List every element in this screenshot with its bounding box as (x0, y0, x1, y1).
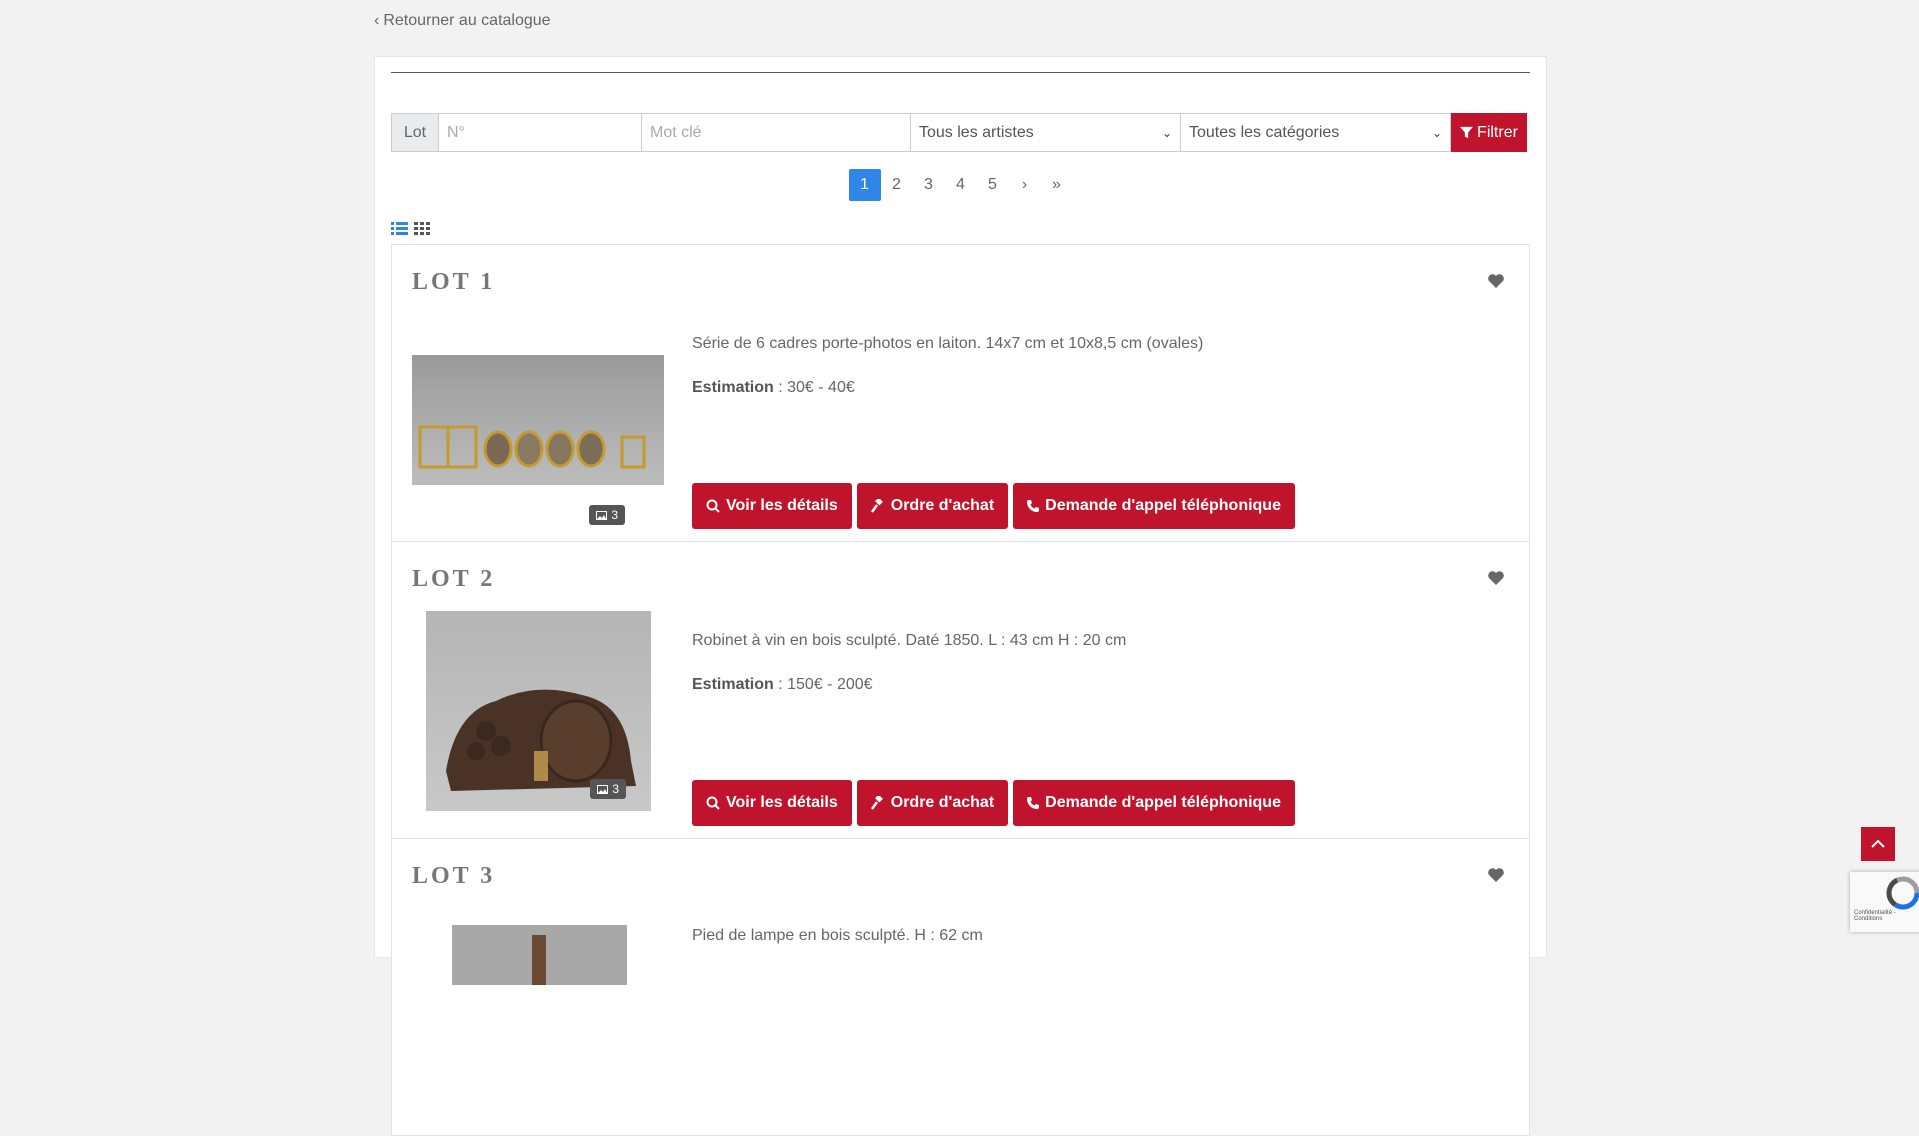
heart-icon[interactable] (1487, 570, 1505, 586)
scroll-to-top-button[interactable] (1861, 827, 1895, 861)
image-icon (597, 784, 609, 794)
page-1[interactable]: 1 (848, 169, 881, 201)
back-link-label: Retourner au catalogue (383, 12, 551, 29)
pagination: 1 2 3 4 5 › » (375, 169, 1546, 201)
artist-select[interactable]: Tous les artistes ⌄ (911, 113, 1181, 152)
recaptcha-icon (1886, 876, 1919, 910)
lot-description: Robinet à vin en bois sculpté. Daté 1850… (692, 632, 1127, 649)
estimation-value: : 150€ - 200€ (773, 676, 873, 693)
estimation-label: Estimation (692, 379, 774, 396)
artist-select-value: Tous les artistes (919, 123, 1034, 141)
phone-icon (1027, 500, 1040, 512)
lot-title: LOT 1 (412, 269, 496, 295)
lamp-base-photo (452, 925, 627, 985)
list-view-icon[interactable] (391, 221, 408, 236)
filter-button[interactable]: Filtrer (1451, 113, 1527, 152)
gavel-icon (870, 499, 883, 513)
chevron-up-icon (1871, 839, 1885, 848)
search-icon (706, 499, 720, 513)
lot-image[interactable]: 3 (412, 335, 664, 525)
view-details-label: Voir les détails (726, 497, 838, 514)
view-details-button[interactable]: Voir les détails (692, 780, 852, 826)
photo-count: 3 (612, 782, 619, 796)
purchase-order-button[interactable]: Ordre d'achat (856, 483, 1009, 529)
last-page[interactable]: » (1041, 169, 1073, 201)
view-toggles (391, 221, 431, 236)
photo-count-badge: 3 (589, 505, 625, 525)
photo-count: 3 (611, 508, 618, 522)
lot-item: LOT 2 3 Robinet à vin en bois sculpté. D… (392, 542, 1529, 839)
gavel-icon (870, 796, 883, 810)
heart-icon[interactable] (1487, 867, 1505, 883)
lot-item: LOT 1 3 Série de 6 cadres porte-photos e… (392, 245, 1529, 542)
heart-icon[interactable] (1487, 273, 1505, 289)
lot-image[interactable]: 3 (412, 611, 664, 811)
search-icon (706, 796, 720, 810)
lot-image[interactable] (452, 925, 627, 985)
purchase-order-label: Ordre d'achat (890, 794, 995, 811)
filter-bar: Lot Tous les artistes ⌄ Toutes les catég… (391, 113, 1529, 152)
lot-estimation: Estimation : 150€ - 200€ (692, 676, 873, 694)
phone-request-label: Demande d'appel téléphonique (1045, 794, 1281, 811)
view-details-label: Voir les détails (726, 794, 838, 811)
brass-frames-photo (412, 355, 664, 485)
lot-item: LOT 3 Pied de lampe en bois sculpté. H :… (392, 839, 1529, 1136)
phone-request-label: Demande d'appel téléphonique (1045, 497, 1281, 514)
keyword-input[interactable] (642, 113, 911, 152)
image-icon (596, 510, 608, 520)
filter-button-label: Filtrer (1477, 123, 1518, 141)
recaptcha-badge[interactable]: Confidentialité - Conditions (1850, 872, 1919, 932)
next-page[interactable]: › (1009, 169, 1041, 201)
lot-list: LOT 1 3 Série de 6 cadres porte-photos e… (391, 244, 1530, 1136)
back-to-catalogue-link[interactable]: ‹ Retourner au catalogue (374, 12, 551, 30)
purchase-order-button[interactable]: Ordre d'achat (856, 780, 1009, 826)
phone-request-button[interactable]: Demande d'appel téléphonique (1013, 780, 1295, 826)
lot-description: Pied de lampe en bois sculpté. H : 62 cm (692, 927, 983, 944)
phone-request-button[interactable]: Demande d'appel téléphonique (1013, 483, 1295, 529)
page-4[interactable]: 4 (945, 169, 977, 201)
estimation-label: Estimation (692, 676, 774, 693)
divider (391, 72, 1530, 73)
grid-view-icon[interactable] (414, 221, 431, 236)
page-2[interactable]: 2 (881, 169, 913, 201)
page-3[interactable]: 3 (913, 169, 945, 201)
lot-number-input[interactable] (439, 113, 642, 152)
lot-description: Série de 6 cadres porte-photos en laiton… (692, 335, 1204, 352)
lot-label: Lot (391, 113, 439, 152)
chevron-down-icon: ⌄ (1161, 125, 1172, 140)
view-details-button[interactable]: Voir les détails (692, 483, 852, 529)
chevron-left-icon: ‹ (374, 12, 380, 29)
catalogue-panel: Lot Tous les artistes ⌄ Toutes les catég… (374, 56, 1547, 1136)
phone-icon (1027, 797, 1040, 809)
page-5[interactable]: 5 (977, 169, 1009, 201)
purchase-order-label: Ordre d'achat (890, 497, 995, 514)
lot-actions: Voir les détails Ordre d'achat Demande d… (692, 483, 1295, 529)
estimation-value: : 30€ - 40€ (773, 379, 855, 396)
lot-estimation: Estimation : 30€ - 40€ (692, 379, 855, 397)
photo-count-badge: 3 (590, 779, 626, 799)
filter-icon (1460, 126, 1474, 139)
category-select-value: Toutes les catégories (1189, 123, 1340, 141)
lot-title: LOT 3 (412, 863, 496, 889)
recaptcha-links[interactable]: Confidentialité - Conditions (1854, 910, 1919, 922)
lot-title: LOT 2 (412, 566, 496, 592)
chevron-down-icon: ⌄ (1431, 125, 1442, 140)
category-select[interactable]: Toutes les catégories ⌄ (1181, 113, 1451, 152)
lot-actions: Voir les détails Ordre d'achat Demande d… (692, 780, 1295, 826)
